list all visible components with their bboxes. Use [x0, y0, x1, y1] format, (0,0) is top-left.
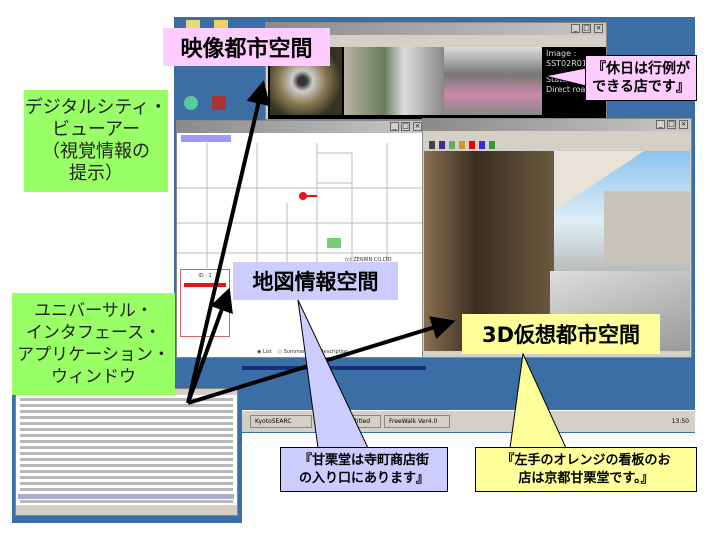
map-callout: 『甘栗堂は寺町商店街 の入り口にあります』 — [280, 447, 448, 492]
arrow-to-video — [186, 80, 271, 404]
map-callout-pointer — [297, 299, 369, 449]
3d-callout: 『左手のオレンジの看板のお 店は京都甘栗堂です。』 — [475, 447, 697, 492]
video-callout: 『休日は行例が できる店です』 — [585, 55, 697, 101]
video-callout-pointer — [544, 67, 587, 87]
3d-callout-pointer — [509, 352, 567, 449]
arrow-to-map — [186, 287, 233, 404]
